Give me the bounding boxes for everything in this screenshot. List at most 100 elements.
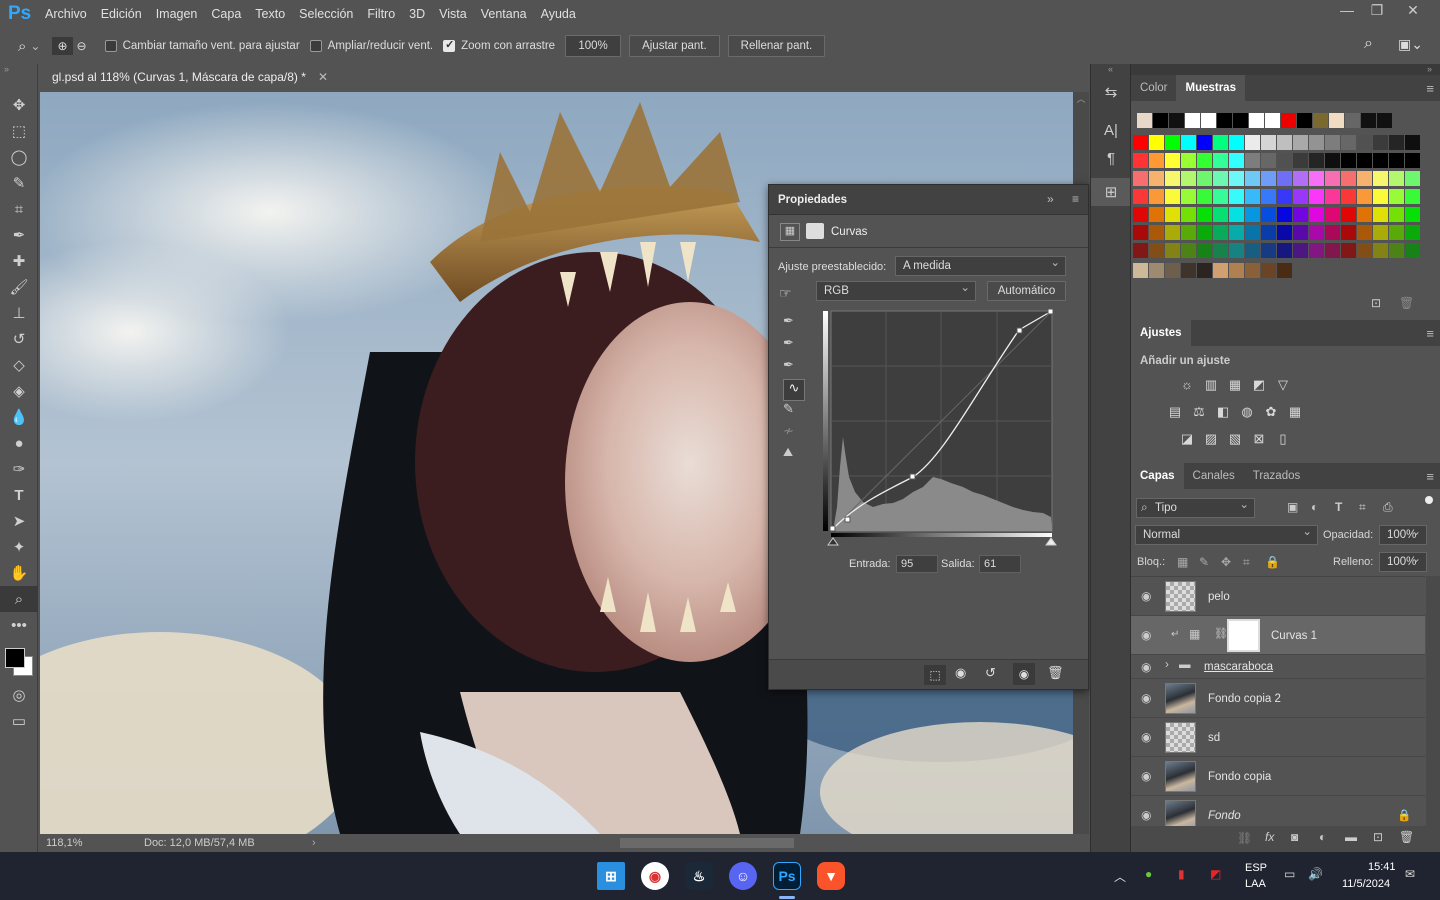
swatch[interactable] — [1245, 153, 1260, 168]
layer-row[interactable]: ◉ pelo — [1131, 577, 1425, 616]
swatch[interactable] — [1197, 171, 1212, 186]
zoom-tool-icon[interactable]: ⌕ — [0, 586, 38, 612]
swatch[interactable] — [1149, 207, 1164, 222]
tab-layers[interactable]: Capas — [1131, 463, 1184, 489]
close-tab-icon[interactable]: ✕ — [318, 64, 328, 91]
layer-row[interactable]: ◉ Fondo 🔒 — [1131, 796, 1425, 826]
swatches-menu-icon[interactable]: ≡ — [1426, 81, 1434, 96]
delete-swatch-icon[interactable]: 🗑 — [1399, 296, 1414, 310]
swatch[interactable] — [1261, 263, 1276, 278]
eye-icon[interactable]: ◉ — [1141, 589, 1151, 603]
swatch[interactable] — [1389, 207, 1404, 222]
filter-adjustment-icon[interactable]: ◐ — [1311, 500, 1318, 514]
swatch[interactable] — [1149, 225, 1164, 240]
swatch[interactable] — [1357, 243, 1372, 258]
swatch[interactable] — [1133, 263, 1148, 278]
lasso-tool-icon[interactable]: ◯ — [0, 144, 38, 170]
type-tool-icon[interactable]: T — [0, 482, 38, 508]
swatch[interactable] — [1309, 225, 1324, 240]
swatch[interactable] — [1181, 171, 1196, 186]
lock-transparent-icon[interactable]: ▦ — [1177, 555, 1188, 569]
marquee-tool-icon[interactable]: ⬚ — [0, 118, 38, 144]
menu-capa[interactable]: Capa — [204, 7, 248, 21]
network-icon[interactable]: ▭ — [1284, 867, 1295, 881]
swatch[interactable] — [1165, 135, 1180, 150]
filter-pixel-icon[interactable]: ▣ — [1287, 500, 1298, 514]
layer-row[interactable]: ◉ Fondo copia 2 — [1131, 679, 1425, 718]
screen-mode-icon[interactable]: ▭ — [0, 708, 38, 734]
document-tab[interactable]: gl.psd al 118% (Curvas 1, Máscara de cap… — [42, 64, 334, 91]
swatch[interactable] — [1133, 189, 1148, 204]
swatch[interactable] — [1357, 135, 1372, 150]
lock-pixels-icon[interactable]: ✎ — [1199, 555, 1209, 569]
swatch[interactable] — [1261, 207, 1276, 222]
tray-audio-app-icon[interactable]: ▮ — [1178, 867, 1185, 881]
crop-tool-icon[interactable]: ⌗ — [0, 196, 38, 222]
tray-chevron-icon[interactable]: ︿ — [1114, 868, 1126, 885]
blend-mode-dropdown[interactable]: Normal — [1135, 523, 1318, 545]
swatch[interactable] — [1373, 243, 1388, 258]
swatch[interactable] — [1181, 135, 1196, 150]
swatch[interactable] — [1197, 189, 1212, 204]
properties-panel-icon[interactable]: ⊞ — [1091, 178, 1131, 206]
swatch[interactable] — [1265, 113, 1280, 128]
swatch[interactable] — [1181, 189, 1196, 204]
layer-name[interactable]: sd — [1208, 732, 1220, 744]
zoom-out-icon[interactable]: ⊖ — [77, 39, 87, 53]
clock-time[interactable]: 15:41 — [1368, 861, 1396, 873]
swatch[interactable] — [1149, 135, 1164, 150]
swatch[interactable] — [1245, 207, 1260, 222]
layer-name[interactable]: Fondo — [1208, 810, 1241, 822]
expand-icon[interactable]: « — [1091, 64, 1130, 78]
expand-group-icon[interactable]: › — [1165, 659, 1169, 671]
start-icon[interactable]: ⊞ — [597, 862, 625, 890]
swatch[interactable] — [1213, 171, 1228, 186]
swatch[interactable] — [1373, 135, 1388, 150]
layer-row-selected[interactable]: ◉ ↵ ▦ ⛓ Curvas 1 — [1131, 616, 1425, 655]
swatch[interactable] — [1341, 135, 1356, 150]
brave-icon[interactable]: ▼ — [817, 862, 845, 890]
swatch[interactable] — [1213, 263, 1228, 278]
swatch[interactable] — [1245, 243, 1260, 258]
color-lookup-icon[interactable]: ▦ — [1287, 405, 1303, 419]
eye-icon[interactable]: ◉ — [1141, 691, 1151, 705]
swatch[interactable] — [1405, 171, 1420, 186]
steam-icon[interactable]: ♨ — [685, 862, 713, 890]
opacity-field[interactable]: 100% — [1379, 523, 1427, 545]
swatch[interactable] — [1277, 263, 1292, 278]
swatch[interactable] — [1361, 113, 1376, 128]
swatch[interactable] — [1325, 135, 1340, 150]
fx-icon[interactable]: fx — [1265, 830, 1274, 844]
eye-icon[interactable]: ◉ — [1141, 730, 1151, 744]
new-group-icon[interactable]: ▬ — [1345, 830, 1357, 844]
swatch[interactable] — [1357, 171, 1372, 186]
selective-color-icon[interactable]: ⊠ — [1251, 432, 1267, 446]
status-arrow-icon[interactable]: › — [312, 834, 316, 852]
tab-adjustments[interactable]: Ajustes — [1131, 320, 1191, 346]
hand-adjust-icon[interactable]: ☞ — [779, 285, 792, 302]
swatch[interactable] — [1249, 113, 1264, 128]
swatch[interactable] — [1153, 113, 1168, 128]
swatch[interactable] — [1293, 243, 1308, 258]
swatch[interactable] — [1309, 243, 1324, 258]
curves-icon[interactable]: ▦ — [1227, 378, 1243, 392]
menu-imagen[interactable]: Imagen — [149, 7, 205, 21]
menu-ventana[interactable]: Ventana — [474, 7, 534, 21]
channel-mixer-icon[interactable]: ✿ — [1263, 405, 1279, 419]
swatch[interactable] — [1181, 263, 1196, 278]
clock-date[interactable]: 11/5/2024 — [1342, 878, 1390, 890]
lock-all-icon[interactable]: 🔒 — [1265, 555, 1280, 569]
minimize-icon[interactable]: — — [1330, 0, 1364, 22]
swatch[interactable] — [1165, 263, 1180, 278]
collapse-icon[interactable]: » — [0, 64, 37, 92]
swatch[interactable] — [1293, 207, 1308, 222]
zoom-in-icon[interactable]: ⊕ — [52, 37, 73, 55]
swatch[interactable] — [1309, 207, 1324, 222]
curves-graph[interactable] — [823, 307, 1069, 551]
zoom-all-checkbox[interactable] — [309, 40, 322, 52]
eye-icon[interactable]: ◉ — [1141, 628, 1151, 642]
eye-icon[interactable]: ◉ — [1141, 660, 1151, 674]
delete-icon[interactable]: 🗑 — [1047, 665, 1064, 681]
swatch[interactable] — [1213, 243, 1228, 258]
swatch[interactable] — [1133, 225, 1148, 240]
